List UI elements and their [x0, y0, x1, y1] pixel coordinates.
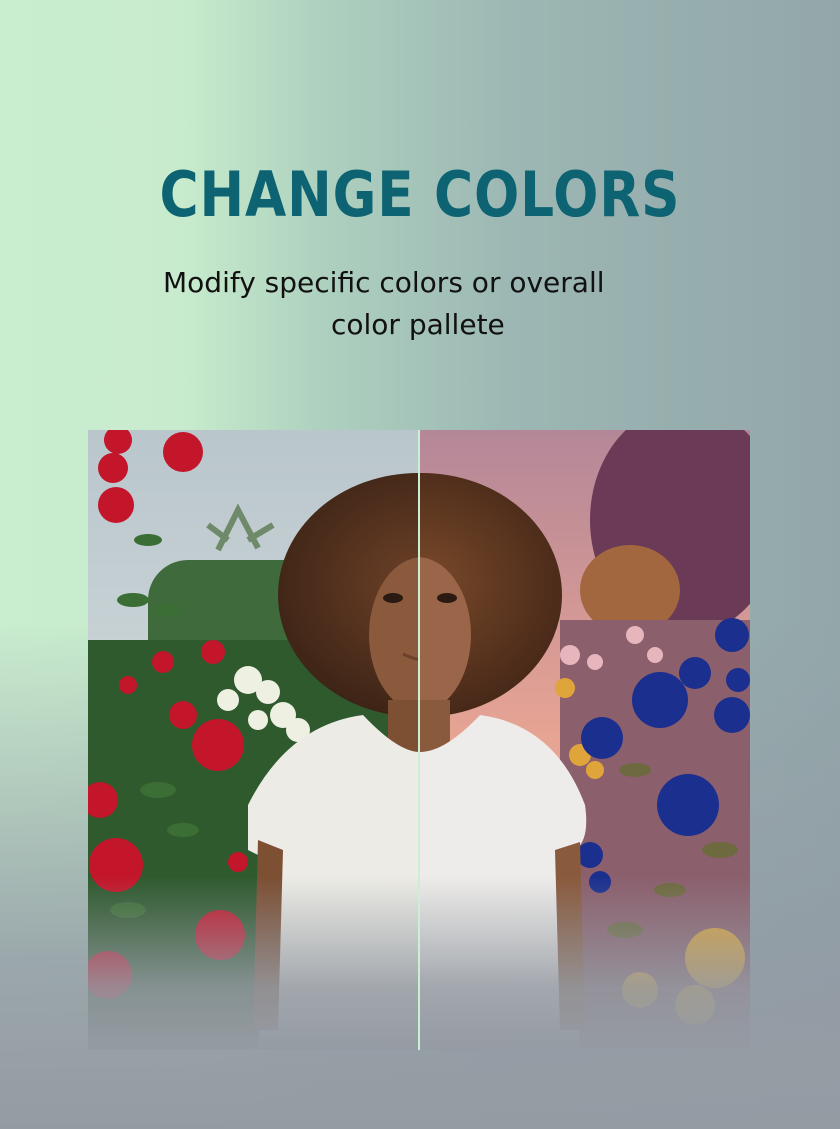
original-image-half — [88, 430, 420, 1050]
recolored-portrait-illustration — [420, 430, 750, 1050]
comparison-divider-handle[interactable] — [418, 430, 420, 1050]
before-after-comparison[interactable] — [88, 430, 750, 1050]
subtitle-line-1: Modify specific colors or overall — [163, 266, 605, 299]
page-title: CHANGE COLORS — [159, 158, 681, 231]
subtitle-line-2: color pallete — [331, 308, 505, 341]
recolored-image-half — [420, 430, 750, 1050]
original-portrait-illustration — [88, 430, 420, 1050]
